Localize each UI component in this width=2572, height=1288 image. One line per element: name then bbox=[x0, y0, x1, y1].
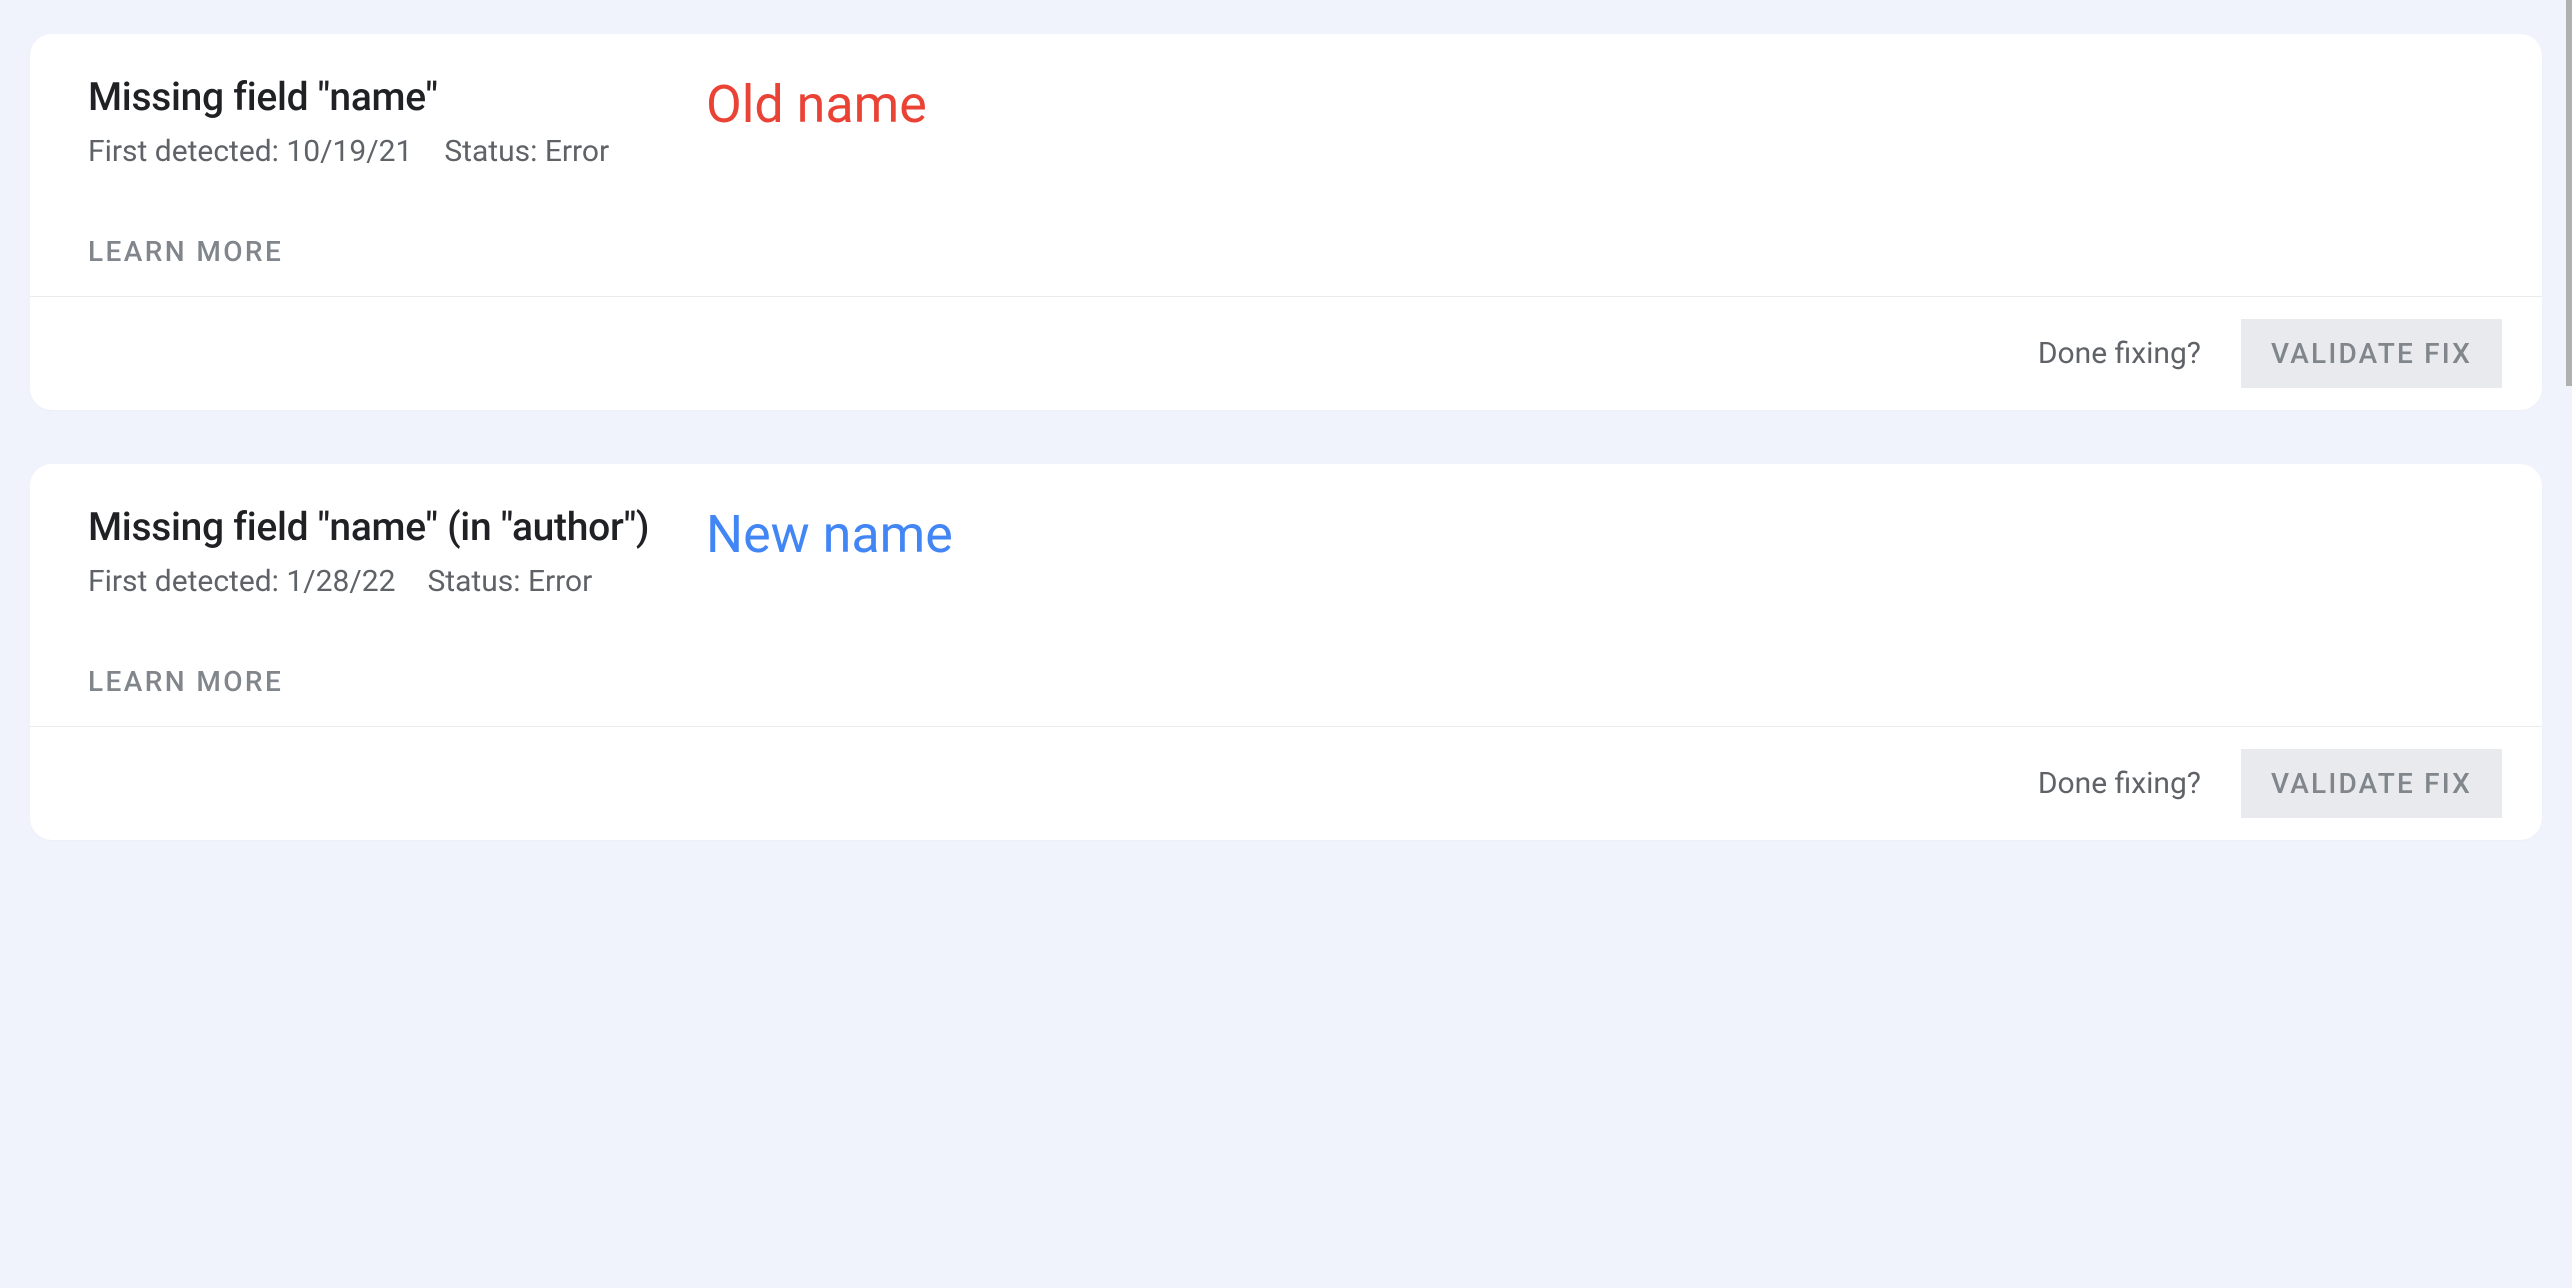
learn-more-link[interactable]: LEARN MORE bbox=[88, 665, 283, 698]
card-top: Missing field "name" (in "author") First… bbox=[30, 464, 2542, 726]
first-detected: First detected: 1/28/22 bbox=[88, 564, 395, 599]
issue-card-new: Missing field "name" (in "author") First… bbox=[30, 464, 2542, 840]
first-detected: First detected: 10/19/21 bbox=[88, 134, 412, 169]
validate-fix-button[interactable]: VALIDATE FIX bbox=[2241, 319, 2502, 388]
meta-row: First detected: 10/19/21 Status: Error bbox=[88, 134, 2542, 169]
card-footer: Done fixing? VALIDATE FIX bbox=[30, 727, 2542, 840]
card-top: Missing field "name" First detected: 10/… bbox=[30, 34, 2542, 296]
issue-title: Missing field "name" (in "author") bbox=[88, 504, 2542, 550]
scrollbar[interactable] bbox=[2566, 0, 2572, 386]
learn-more-link[interactable]: LEARN MORE bbox=[88, 235, 283, 268]
status: Status: Error bbox=[427, 564, 592, 599]
issue-card-old: Missing field "name" First detected: 10/… bbox=[30, 34, 2542, 410]
annotation-new-name: New name bbox=[706, 504, 953, 565]
annotation-old-name: Old name bbox=[706, 74, 927, 135]
meta-row: First detected: 1/28/22 Status: Error bbox=[88, 564, 2542, 599]
card-footer: Done fixing? VALIDATE FIX bbox=[30, 297, 2542, 410]
issue-title: Missing field "name" bbox=[88, 74, 2542, 120]
status: Status: Error bbox=[444, 134, 609, 169]
done-fixing-label: Done fixing? bbox=[2038, 336, 2201, 371]
validate-fix-button[interactable]: VALIDATE FIX bbox=[2241, 749, 2502, 818]
done-fixing-label: Done fixing? bbox=[2038, 766, 2201, 801]
